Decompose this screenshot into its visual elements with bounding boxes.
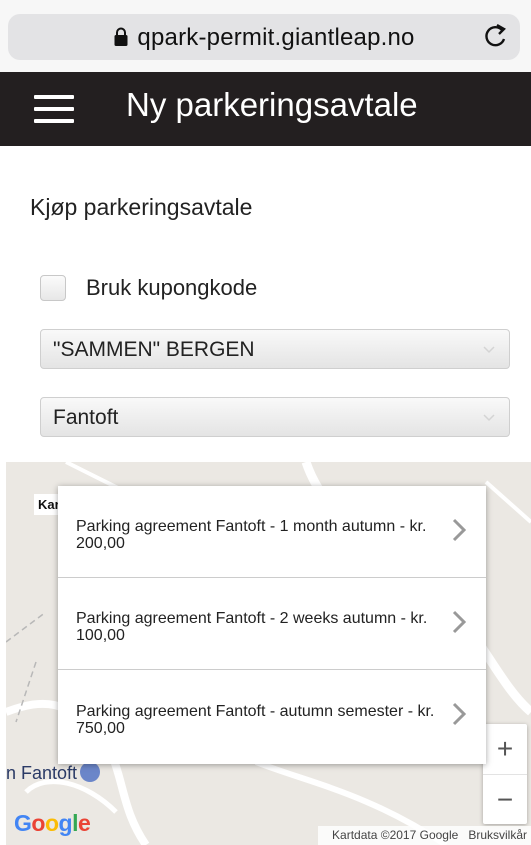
agreement-item[interactable]: Parking agreement Fantoft - 2 weeks autu… (58, 578, 486, 670)
map-fantoft-label[interactable]: n Fantoft (6, 762, 101, 784)
location-select-value: Fantoft (53, 406, 119, 429)
google-logo: Google (14, 810, 91, 836)
company-select-value: "SAMMEN" BERGEN (53, 338, 255, 361)
agreement-item[interactable]: Parking agreement Fantoft - autumn semes… (58, 670, 486, 764)
browser-address-bar: qpark-permit.giantleap.no (0, 0, 531, 72)
map-terms-link[interactable]: Bruksvilkår (468, 828, 527, 842)
chevron-right-icon (452, 610, 466, 634)
transit-station-icon (80, 762, 101, 782)
coupon-checkbox-row[interactable]: Bruk kupongkode (40, 273, 257, 303)
map-attribution-text: Kartdata ©2017 Google (332, 828, 459, 842)
zoom-in-button[interactable]: + (483, 724, 527, 774)
url-text: qpark-permit.giantleap.no (137, 24, 415, 51)
agreement-item-text: Parking agreement Fantoft - 1 month autu… (76, 518, 427, 552)
agreement-list-popup: Parking agreement Fantoft - 1 month autu… (58, 486, 486, 764)
url-field[interactable]: qpark-permit.giantleap.no (8, 14, 520, 60)
coupon-checkbox[interactable] (40, 275, 66, 301)
coupon-label[interactable]: Bruk kupongkode (86, 275, 257, 301)
chevron-down-icon (483, 414, 495, 422)
reload-icon[interactable] (480, 22, 510, 52)
url-display[interactable]: qpark-permit.giantleap.no (8, 24, 520, 52)
chevron-right-icon (452, 702, 466, 726)
agreement-item[interactable]: Parking agreement Fantoft - 1 month autu… (58, 486, 486, 578)
company-select[interactable]: "SAMMEN" BERGEN (40, 329, 510, 369)
chevron-right-icon (452, 518, 466, 542)
lock-icon (114, 27, 128, 46)
map-zoom-control: + − (483, 724, 527, 824)
agreement-item-text: Parking agreement Fantoft - autumn semes… (76, 703, 435, 737)
page-title: Ny parkeringsavtale (126, 86, 418, 123)
agreement-item-text: Parking agreement Fantoft - 2 weeks autu… (76, 610, 428, 644)
zoom-out-button[interactable]: − (483, 774, 527, 824)
app-header: Ny parkeringsavtale (0, 72, 531, 146)
map-attribution: Kartdata ©2017 Google Bruksvilkår (318, 826, 531, 845)
hamburger-menu-icon[interactable] (34, 95, 74, 123)
map-fantoft-text: n Fantoft (6, 763, 78, 783)
location-select[interactable]: Fantoft (40, 397, 510, 437)
section-title: Kjøp parkeringsavtale (30, 194, 253, 220)
chevron-down-icon (483, 346, 495, 354)
